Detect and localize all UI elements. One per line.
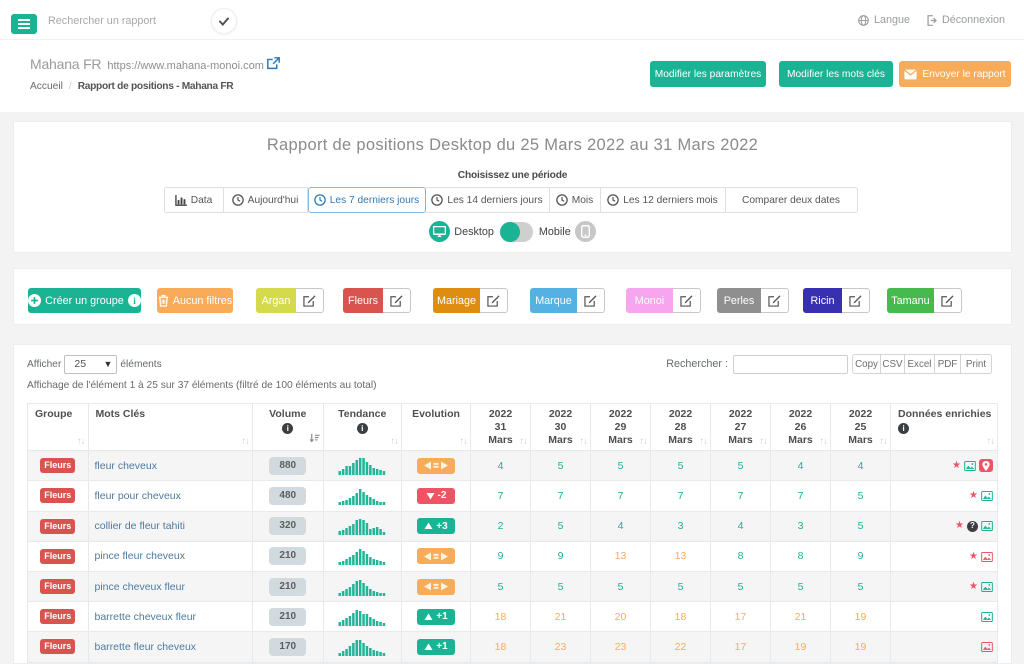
svg-text:i: i xyxy=(133,297,136,307)
